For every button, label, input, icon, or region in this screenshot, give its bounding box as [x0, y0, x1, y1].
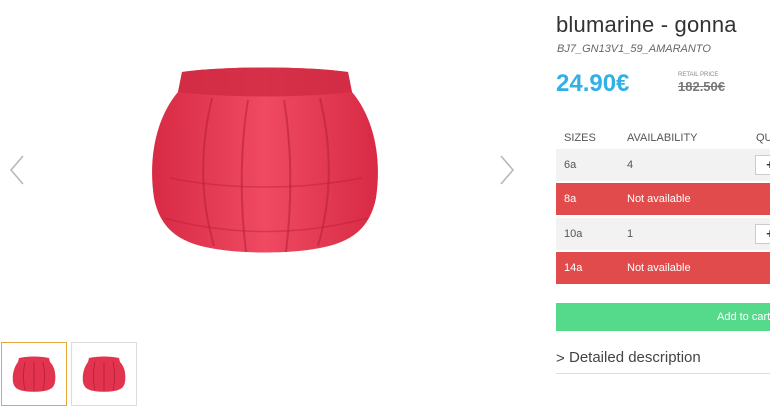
- detailed-description-toggle[interactable]: > Detailed description: [556, 345, 770, 374]
- table-row: 6a 4 +: [556, 149, 770, 181]
- product-main-image: [152, 67, 378, 253]
- header-quantity: QU: [756, 132, 770, 144]
- product-details: blumarine - gonna BJ7_GN13V1_59_AMARANTO…: [556, 0, 770, 416]
- retail-price-value: 182.50€: [678, 79, 725, 94]
- add-to-cart-label: Add to cart: [717, 311, 770, 323]
- size-label: 10a: [564, 228, 583, 240]
- availability-value: Not available: [627, 193, 691, 205]
- product-sku: BJ7_GN13V1_59_AMARANTO: [557, 43, 711, 55]
- size-label: 14a: [564, 262, 583, 274]
- table-row: 10a 1 +: [556, 218, 770, 250]
- product-price: 24.90€: [556, 70, 630, 97]
- chevron-right-icon[interactable]: [496, 150, 518, 190]
- chevron-right-small-icon: >: [556, 350, 565, 367]
- table-row: 14a Not available: [556, 252, 770, 284]
- availability-value: 4: [627, 159, 634, 171]
- chevron-left-icon[interactable]: [6, 150, 28, 190]
- thumbnail-1[interactable]: [1, 342, 67, 406]
- header-availability: AVAILABILITY: [627, 132, 698, 144]
- size-label: 8a: [564, 193, 577, 205]
- product-title: blumarine - gonna: [556, 12, 737, 37]
- table-row: 8a Not available: [556, 183, 770, 215]
- product-gallery: [0, 0, 530, 416]
- skirt-thumbnail-image: [12, 356, 56, 392]
- sizes-table-header: SIZES AVAILABILITY QU: [556, 128, 770, 148]
- size-label: 6a: [564, 159, 577, 171]
- header-sizes: SIZES: [564, 132, 596, 144]
- add-to-cart-button[interactable]: Add to cart: [556, 303, 770, 331]
- quantity-stepper[interactable]: +: [755, 155, 770, 175]
- availability-value: Not available: [627, 262, 691, 274]
- availability-value: 1: [627, 228, 634, 240]
- retail-price-block: RETAIL PRICE 182.50€: [678, 72, 748, 94]
- quantity-stepper[interactable]: +: [755, 224, 770, 244]
- thumbnail-2[interactable]: [71, 342, 137, 406]
- retail-price-label: RETAIL PRICE: [678, 72, 719, 78]
- detailed-description-label: Detailed description: [569, 349, 701, 366]
- skirt-thumbnail-image: [82, 356, 126, 392]
